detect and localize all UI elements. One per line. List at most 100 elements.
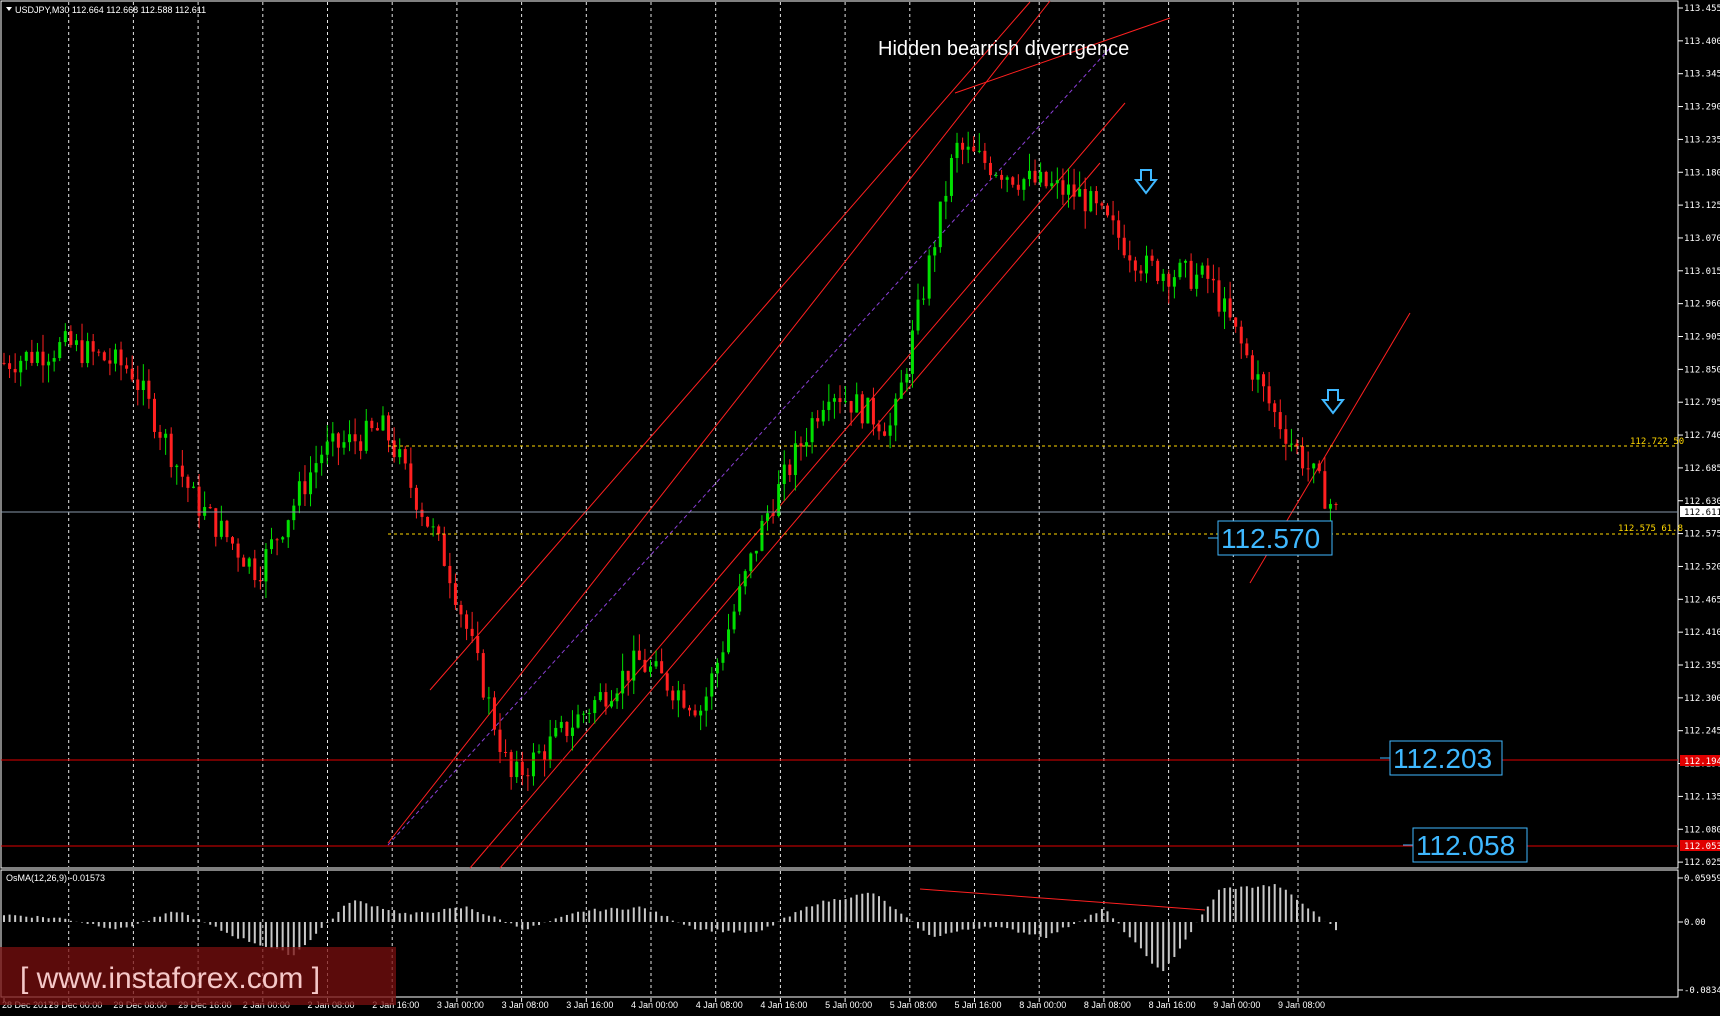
- candle-body: [910, 330, 914, 374]
- candle-body: [1273, 403, 1277, 413]
- candle-body: [147, 380, 151, 399]
- candle-body: [1178, 262, 1182, 278]
- red-level-tag-text: 112.053: [1684, 842, 1720, 852]
- price-axis-label: 113.070: [1684, 234, 1720, 244]
- chart-menu-arrow-icon[interactable]: [6, 7, 12, 11]
- candle-body: [526, 775, 530, 777]
- candle-body: [944, 195, 948, 202]
- candle-body: [208, 507, 212, 509]
- candle-body: [47, 361, 51, 366]
- candle-body: [1005, 177, 1009, 180]
- candle-body: [738, 586, 742, 612]
- candle-body: [19, 360, 23, 373]
- candle-body: [1027, 170, 1031, 180]
- candle-body: [392, 440, 396, 458]
- candle-body: [883, 431, 887, 436]
- candle-body: [743, 571, 747, 587]
- candle-body: [203, 507, 207, 516]
- svg-text:112.570: 112.570: [1221, 523, 1320, 554]
- candle-body: [281, 537, 285, 540]
- candle-body: [403, 449, 407, 464]
- price-axis-label: 113.180: [1684, 168, 1720, 178]
- time-axis-label: 3 Jan 16:00: [566, 1000, 613, 1010]
- candle-body: [375, 428, 379, 431]
- watermark: [ www.instaforex.com ]: [20, 962, 320, 995]
- price-axis-label: 112.355: [1684, 661, 1720, 671]
- candle-body: [102, 352, 106, 361]
- candle-body: [1301, 446, 1305, 469]
- price-axis-label: 112.300: [1684, 694, 1720, 704]
- candle-body: [704, 696, 708, 711]
- candle-body: [855, 394, 859, 413]
- candle-body: [164, 433, 168, 438]
- candle-body: [983, 150, 987, 163]
- candle-body: [41, 351, 45, 366]
- down-arrow-icon: [1133, 169, 1159, 195]
- candle-body: [604, 692, 608, 707]
- price-axis-label: 113.290: [1684, 103, 1720, 113]
- channel-line: [429, 1, 1031, 691]
- level-box-112203: 112.203: [1380, 740, 1503, 776]
- candle-body: [130, 368, 134, 380]
- candle-body: [214, 508, 218, 537]
- candle-body: [286, 520, 290, 538]
- candle-body: [1156, 260, 1160, 281]
- candle-body: [348, 434, 352, 443]
- candle-body: [80, 340, 84, 364]
- candle-body: [437, 526, 441, 534]
- candle-body: [342, 442, 346, 448]
- osma-header: OsMA(12,26,9) -0.01573: [6, 873, 105, 883]
- candle-body: [1089, 191, 1093, 212]
- candle-body: [448, 565, 452, 584]
- time-axis-label: 8 Jan 00:00: [1019, 1000, 1066, 1010]
- candle-body: [793, 443, 797, 476]
- candle-body: [225, 520, 229, 538]
- candle-body: [1195, 274, 1199, 289]
- candle-body: [1094, 191, 1098, 204]
- time-axis-label: 9 Jan 08:00: [1278, 1000, 1325, 1010]
- candle-body: [431, 526, 435, 528]
- candle-body: [832, 398, 836, 402]
- candle-body: [816, 418, 820, 422]
- candle-body: [582, 713, 586, 715]
- candle-body: [576, 714, 580, 728]
- candle-body: [231, 537, 235, 544]
- candle-body: [141, 380, 145, 391]
- candle-body: [821, 409, 825, 422]
- price-axis-label: 112.135: [1684, 792, 1720, 802]
- candle-body: [442, 533, 446, 566]
- candle-body: [955, 142, 959, 158]
- price-axis-label: 113.125: [1684, 201, 1720, 211]
- candle-body: [727, 629, 731, 653]
- candle-body: [1223, 298, 1227, 312]
- candle-body: [760, 520, 764, 551]
- candle-body: [1217, 280, 1221, 312]
- candle-body: [1117, 220, 1121, 238]
- candle-body: [381, 415, 385, 431]
- candle-body: [637, 650, 641, 660]
- candle-body: [481, 653, 485, 698]
- channel-line: [469, 102, 1126, 869]
- candle-body: [676, 690, 680, 701]
- candle-body: [754, 550, 758, 554]
- candle-body: [1211, 278, 1215, 281]
- channel-line: [387, 0, 1051, 844]
- candle-body: [219, 520, 223, 537]
- candle-body: [1256, 374, 1260, 380]
- candle-body: [1111, 215, 1115, 221]
- candle-body: [74, 340, 78, 345]
- candle-body: [303, 481, 307, 495]
- red-level-tag-text: 112.194: [1684, 757, 1720, 767]
- trend-channel: [387, 0, 1411, 911]
- candle-body: [1239, 326, 1243, 344]
- candle-body: [197, 486, 201, 516]
- candle-body: [1267, 386, 1271, 404]
- candle-body: [119, 349, 123, 366]
- candle-body: [152, 398, 156, 432]
- candle-body: [1145, 255, 1149, 274]
- candle-body: [136, 379, 140, 391]
- candle-body: [24, 351, 28, 361]
- candle-body: [777, 484, 781, 516]
- candle-body: [543, 751, 547, 760]
- price-axis-label: 112.245: [1684, 727, 1720, 737]
